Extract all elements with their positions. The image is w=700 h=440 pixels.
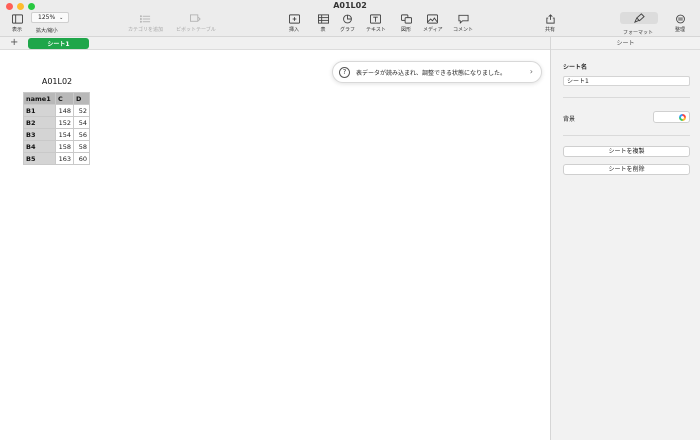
media-label: メディア: [423, 27, 443, 33]
table-header-row: name1 C D: [23, 92, 90, 105]
table-cell[interactable]: 158: [55, 140, 74, 153]
color-wheel-icon: [679, 114, 686, 121]
divider: [563, 135, 690, 136]
table-row: B5 163 60: [23, 152, 90, 165]
share-icon: [543, 13, 557, 24]
table-row: B1 148 52: [23, 104, 90, 117]
chart-button[interactable]: グラフ: [340, 13, 355, 33]
row-header-cell[interactable]: B4: [23, 140, 56, 153]
sheet-tab-bar: + シート1: [0, 37, 550, 50]
chart-icon: [341, 13, 355, 24]
question-icon: ?: [339, 66, 350, 78]
text-box-icon: [369, 13, 383, 24]
table-cell[interactable]: 56: [73, 128, 90, 141]
table-cell[interactable]: 148: [55, 104, 74, 117]
row-header-cell[interactable]: B1: [23, 104, 56, 117]
duplicate-sheet-button[interactable]: シートを複製: [563, 146, 690, 157]
add-sheet-button[interactable]: +: [10, 37, 18, 49]
table-cell[interactable]: 163: [55, 152, 74, 165]
share-label: 共有: [544, 27, 555, 33]
table-label: 表: [320, 27, 326, 33]
inspector-tab-sheet[interactable]: シート: [551, 37, 700, 50]
row-header-cell[interactable]: B3: [23, 128, 56, 141]
chevron-down-icon: ⌄: [59, 14, 64, 21]
insert-icon: [287, 13, 301, 24]
zoom-select[interactable]: 125% ⌄: [31, 12, 69, 23]
table-icon: [316, 13, 330, 24]
chevron-right-icon[interactable]: ›: [530, 67, 533, 76]
view-label: 表示: [11, 27, 22, 33]
table-row: B4 158 58: [23, 140, 90, 153]
column-header[interactable]: C: [55, 92, 74, 105]
toolbar: A01L02 表示 125% ⌄ 拡大/縮小 カテゴリを追加 ピボットテーブル …: [0, 0, 700, 37]
organize-label: 整理: [674, 27, 685, 33]
divider: [563, 97, 690, 98]
add-category-label: カテゴリを追加: [128, 27, 164, 33]
paintbrush-icon: [632, 13, 646, 24]
table-title[interactable]: A01L02: [24, 77, 90, 86]
format-label: フォーマット: [623, 30, 654, 36]
comment-icon: [456, 13, 470, 24]
sheet-name-label: シート名: [563, 64, 588, 71]
sheet-canvas[interactable]: A01L02 name1 C D B1 148 52 B2 152 54 B3 …: [0, 50, 550, 440]
delete-sheet-button[interactable]: シートを削除: [563, 164, 690, 175]
table-row: B3 154 56: [23, 128, 90, 141]
pivot-table-label: ピボットテーブル: [176, 27, 216, 33]
table-row: B2 152 54: [23, 116, 90, 129]
insert-label: 挿入: [288, 27, 299, 33]
add-category-button[interactable]: カテゴリを追加: [128, 13, 163, 33]
notification-banner[interactable]: ? 表データが読み込まれ、調整できる状態になりました。 ›: [332, 61, 542, 83]
column-header[interactable]: name1: [23, 92, 56, 105]
background-label: 背景: [563, 116, 576, 123]
table-button[interactable]: 表: [316, 13, 330, 33]
table-cell[interactable]: 60: [73, 152, 90, 165]
shape-icon: [399, 13, 413, 24]
media-button[interactable]: メディア: [423, 13, 443, 33]
column-header[interactable]: D: [73, 92, 90, 105]
view-button[interactable]: 表示: [10, 13, 24, 33]
sidebar-icon: [10, 13, 24, 24]
comment-label: コメント: [453, 27, 474, 33]
pivot-table-button[interactable]: ピボットテーブル: [176, 13, 216, 33]
table-cell[interactable]: 154: [55, 128, 74, 141]
data-table[interactable]: name1 C D B1 148 52 B2 152 54 B3 154 56 …: [23, 92, 90, 165]
row-header-cell[interactable]: B2: [23, 116, 56, 129]
window-title: A01L02: [333, 1, 367, 10]
category-list-icon: [139, 13, 153, 24]
notification-text: 表データが読み込まれ、調整できる状態になりました。: [356, 69, 506, 77]
organize-icon: [673, 13, 687, 24]
format-button[interactable]: [620, 12, 658, 24]
sheet-tab[interactable]: シート1: [28, 38, 89, 49]
text-button[interactable]: テキスト: [366, 13, 386, 33]
zoom-value: 125%: [38, 14, 56, 21]
inspector-panel: シート シート名 シート1 背景 シートを複製 シートを削除: [550, 37, 700, 440]
insert-button[interactable]: 挿入: [287, 13, 301, 33]
row-header-cell[interactable]: B5: [23, 152, 56, 165]
chart-label: グラフ: [340, 27, 356, 33]
comment-button[interactable]: コメント: [453, 13, 473, 33]
table-cell[interactable]: 52: [73, 104, 90, 117]
image-icon: [426, 13, 440, 24]
share-button[interactable]: 共有: [543, 13, 557, 33]
shape-label: 図形: [400, 27, 411, 33]
sheet-name-field[interactable]: シート1: [563, 76, 690, 86]
table-cell[interactable]: 54: [73, 116, 90, 129]
text-label: テキスト: [366, 27, 386, 33]
organize-button[interactable]: 整理: [673, 13, 687, 33]
table-cell[interactable]: 58: [73, 140, 90, 153]
pivot-table-icon: [189, 13, 203, 24]
background-color-well[interactable]: [653, 111, 690, 123]
zoom-label: 拡大/縮小: [36, 28, 58, 34]
shape-button[interactable]: 図形: [399, 13, 413, 33]
table-cell[interactable]: 152: [55, 116, 74, 129]
